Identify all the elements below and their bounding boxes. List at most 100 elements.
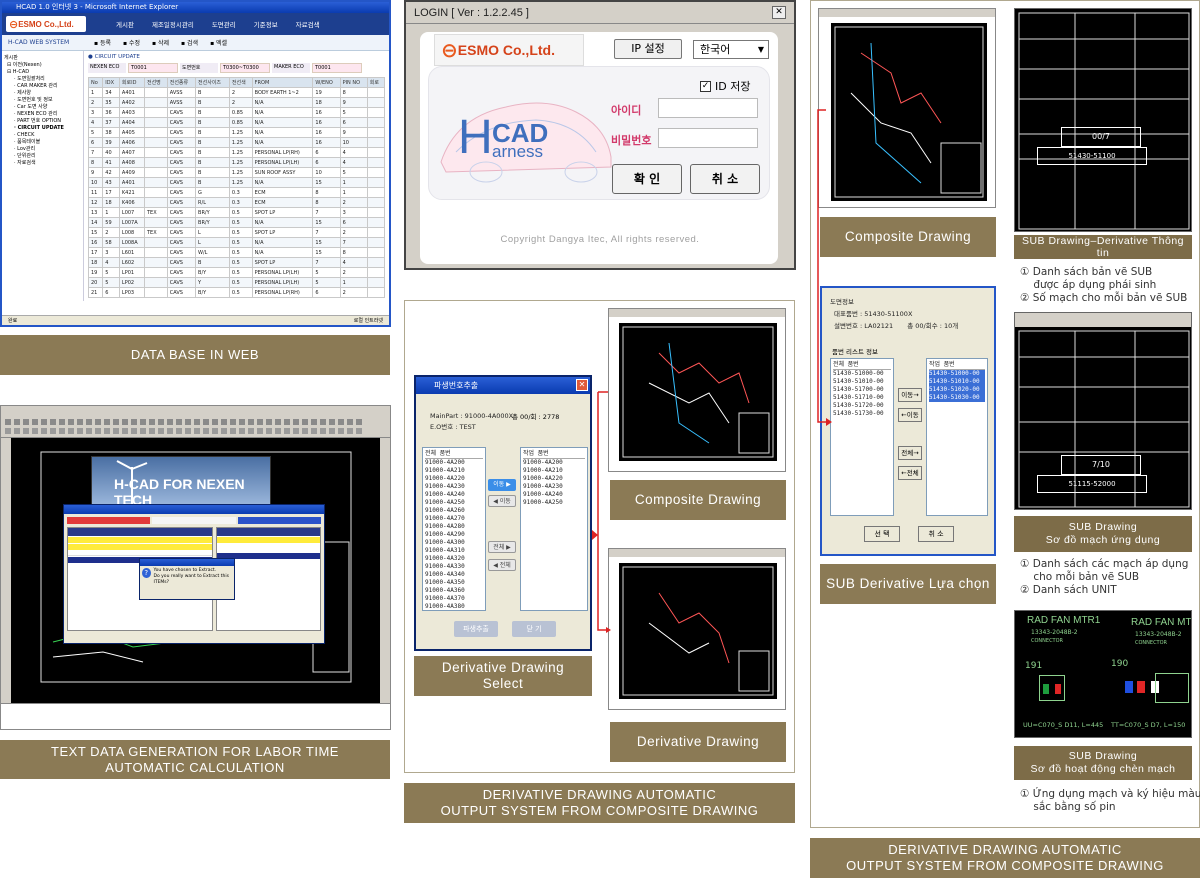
column-header[interactable]: 전선명 <box>143 77 168 88</box>
list-item[interactable]: 51430-51720-00 <box>833 402 891 410</box>
tree-item[interactable]: · Car 도면 사양 <box>4 104 81 111</box>
remember-id-checkbox[interactable]: ✓ ID 저장 <box>700 78 750 94</box>
toolbar-button[interactable]: ▪ 엑셀 <box>210 38 227 47</box>
column-header[interactable]: IDX <box>102 77 120 88</box>
list-item[interactable]: 51430-51030-00 <box>929 394 985 402</box>
list-item[interactable]: 51430-51010-00 <box>833 378 891 386</box>
list-item[interactable]: 91000-4A210 <box>523 467 585 475</box>
nav-item[interactable]: 기준정보 <box>254 19 278 29</box>
list-item[interactable]: 51430-51020-00 <box>929 386 985 394</box>
column-header[interactable]: 회로ID <box>118 77 145 88</box>
sub-all-left-button[interactable]: ←전체 <box>898 466 922 480</box>
table-row[interactable]: 11 17 K421 CAVS G 0.3 ECM 8 1 <box>87 187 386 198</box>
tree-item[interactable]: · Lov관리 <box>4 146 81 153</box>
list-item[interactable]: 91000-4A370 <box>425 595 483 603</box>
list-item[interactable]: 51430-51710-00 <box>833 394 891 402</box>
list-item[interactable]: 91000-4A360 <box>425 587 483 595</box>
table-row[interactable]: 6 39 A406 CAVS B 1.25 N/A 16 10 <box>87 137 386 148</box>
list-item[interactable]: 51430-51000-00 <box>929 370 985 378</box>
list-item[interactable]: 91000-4A270 <box>425 515 483 523</box>
list-item[interactable]: 91000-4A330 <box>425 563 483 571</box>
list-item[interactable]: 91000-4A250 <box>523 499 585 507</box>
toolbar-button[interactable]: ▪ 삭제 <box>152 38 169 47</box>
list-item[interactable]: 91000-4A250 <box>425 499 483 507</box>
table-row[interactable]: 15 2 L008 TEX CAVS L 0.5 SPOT LP 7 2 <box>87 227 386 238</box>
tree-item[interactable]: · CIRCUIT UPDATE <box>4 125 81 132</box>
table-row[interactable]: 10 43 A401 CAVS B 1.25 N/A 15 1 <box>87 177 386 188</box>
tree-item[interactable]: · CAR MAKER 관리 <box>4 83 81 90</box>
table-row[interactable]: 4 37 A404 CAVS B 0.85 N/A 16 6 <box>87 117 386 128</box>
tree-item[interactable]: · 도면일괄처리 <box>4 76 81 83</box>
confirm-button[interactable]: 확 인 <box>612 164 682 194</box>
id-input[interactable] <box>658 98 758 118</box>
list-item[interactable]: 91000-4A290 <box>425 531 483 539</box>
close-icon[interactable]: ✕ <box>576 379 588 391</box>
sub-all-parts-list[interactable]: 전체 품번 51430-51000-00 51430-51010-00 51430-… <box>830 358 894 516</box>
column-header[interactable]: 전선사이즈 <box>195 77 230 88</box>
list-item[interactable]: 51430-51010-00 <box>929 378 985 386</box>
sub-work-parts-list[interactable]: 작업 품번 51430-51000-00 51430-51010-00 51430-… <box>926 358 988 516</box>
table-row[interactable]: 3 36 A403 CAVS B 0.85 N/A 16 5 <box>87 107 386 118</box>
list-item[interactable]: 51430-51730-00 <box>833 410 891 418</box>
nav-item[interactable]: 도면관리 <box>212 19 236 29</box>
list-item[interactable]: 91000-4A240 <box>523 491 585 499</box>
column-header[interactable]: 회로 <box>366 77 386 88</box>
list-item[interactable]: 91000-4A340 <box>425 571 483 579</box>
table-row[interactable]: 5 38 A405 CAVS B 1.25 N/A 16 9 <box>87 127 386 138</box>
sub-move-right-button[interactable]: 이동→ <box>898 388 922 402</box>
sub-move-left-button[interactable]: ←이동 <box>898 408 922 422</box>
tree-item[interactable]: 게시판 <box>4 55 81 62</box>
nav-item[interactable]: 자료검색 <box>296 19 320 29</box>
table-row[interactable]: 21 6 LP03 CAVS B/Y 0.5 PERSONAL LP(RH) 6 2 <box>87 287 386 298</box>
all-right-button[interactable]: 전체 ▶ <box>488 541 516 553</box>
nav-item[interactable]: 게시판 <box>116 19 134 29</box>
table-row[interactable]: 12 18 K406 CAVS R/L 0.3 ECM 8 2 <box>87 197 386 208</box>
nav-item[interactable]: 제조일정시관리 <box>152 19 194 29</box>
move-right-button[interactable]: 이동 ▶ <box>488 479 516 491</box>
filter-input[interactable]: T0001 <box>312 63 362 73</box>
list-item[interactable]: 91000-4A260 <box>425 507 483 515</box>
table-row[interactable]: 16 58 L008A CAVS L 0.5 N/A 15 7 <box>87 237 386 248</box>
close-button[interactable]: 닫 기 <box>512 621 556 637</box>
tree-item[interactable]: · NEXEN ECO 관리 <box>4 111 81 118</box>
column-header[interactable]: 전선종류 <box>166 77 197 88</box>
list-item[interactable]: 91000-4A380 <box>425 603 483 610</box>
table-row[interactable]: 7 40 A407 CAVS B 1.25 PERSONAL LP(RH) 6 4 <box>87 147 386 158</box>
tree-item[interactable]: · 도면번호 및 정보 <box>4 97 81 104</box>
all-left-button[interactable]: ◀ 전체 <box>488 559 516 571</box>
table-row[interactable]: 18 4 L602 CAVS B 0.5 SPOT LP 7 4 <box>87 257 386 268</box>
tree-item[interactable]: · 품목테이블 <box>4 139 81 146</box>
all-parts-list[interactable]: 전체 품번 91000-4A200 91000-4A210 91000-4A220 9… <box>422 447 486 611</box>
sub-cancel-button[interactable]: 취 소 <box>918 526 954 542</box>
list-item[interactable]: 91000-4A230 <box>523 483 585 491</box>
table-row[interactable]: 19 5 LP01 CAVS B/Y 0.5 PERSONAL LP(LH) 5 2 <box>87 267 386 278</box>
sub-ok-button[interactable]: 선 택 <box>864 526 900 542</box>
list-item[interactable]: 91000-4A230 <box>425 483 483 491</box>
tree-item[interactable]: · 제사양 <box>4 90 81 97</box>
list-item[interactable]: 91000-4A310 <box>425 547 483 555</box>
ip-settings-button[interactable]: IP 설정 <box>614 39 682 59</box>
table-row[interactable]: 20 5 LP02 CAVS Y 0.5 PERSONAL LP(LH) 5 1 <box>87 277 386 288</box>
move-left-button[interactable]: ◀ 이동 <box>488 495 516 507</box>
tree-item[interactable]: ⊟ 이전(Nexen) <box>4 62 81 69</box>
list-item[interactable]: 91000-4A320 <box>425 555 483 563</box>
column-header[interactable]: PIN NO <box>339 77 368 88</box>
list-item[interactable]: 51430-51000-00 <box>833 370 891 378</box>
column-header[interactable]: No <box>87 77 104 88</box>
tree-item[interactable]: · 단위관리 <box>4 153 81 160</box>
column-header[interactable]: FROM <box>251 77 314 88</box>
filter-input[interactable]: T0001 <box>128 63 178 73</box>
table-row[interactable]: 14 59 L007A CAVS BR/Y 0.5 N/A 15 6 <box>87 217 386 228</box>
checkbox-checked-icon[interactable]: ✓ <box>700 80 711 92</box>
extract-button[interactable]: 파생추출 <box>454 621 498 637</box>
tree-item[interactable]: ⊟ H-CAD <box>4 69 81 76</box>
list-item[interactable]: 91000-4A280 <box>425 523 483 531</box>
tree-item[interactable]: · CHECK <box>4 132 81 139</box>
toolbar-button[interactable]: ▪ 등록 <box>94 38 111 47</box>
list-item[interactable]: 51430-51700-00 <box>833 386 891 394</box>
list-item[interactable]: 91000-4A200 <box>523 459 585 467</box>
work-parts-list[interactable]: 작업 품번 91000-4A200 91000-4A210 91000-4A220 9… <box>520 447 588 611</box>
close-icon[interactable]: ✕ <box>772 6 786 19</box>
table-row[interactable]: 8 41 A408 CAVS B 1.25 PERSONAL LP(LH) 6 4 <box>87 157 386 168</box>
list-item[interactable]: 91000-4A200 <box>425 459 483 467</box>
